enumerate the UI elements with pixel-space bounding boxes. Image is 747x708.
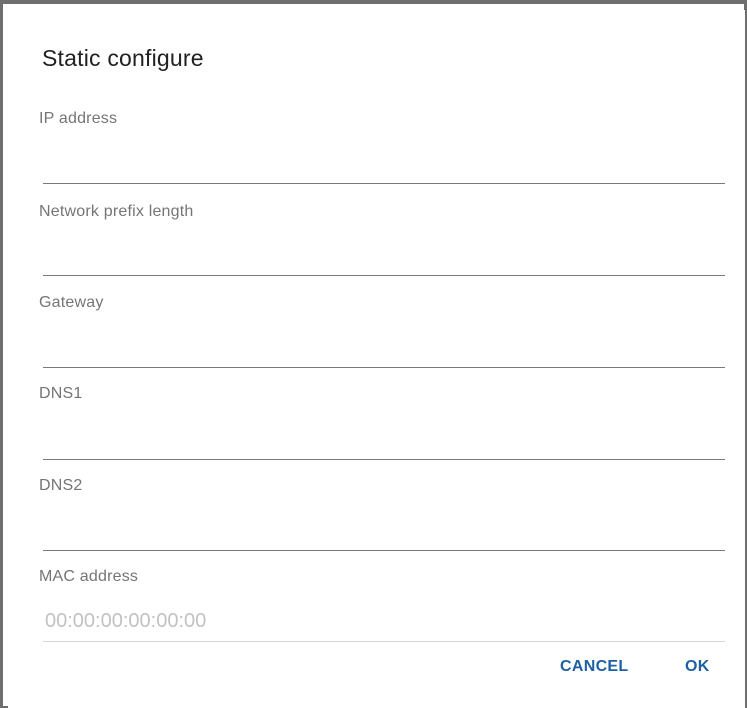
ip-address-input[interactable] — [43, 144, 725, 184]
gateway-input[interactable] — [43, 328, 725, 368]
dns1-input[interactable] — [43, 420, 725, 460]
dns2-input[interactable] — [43, 511, 725, 551]
dialog-frame: Static configure IP address Network pref… — [0, 0, 747, 708]
ok-button[interactable]: OK — [685, 658, 710, 676]
dns2-label: DNS2 — [39, 477, 83, 494]
mac-address-label: MAC address — [39, 568, 139, 585]
cancel-button[interactable]: CANCEL — [560, 658, 628, 676]
mac-address-input[interactable] — [43, 602, 725, 642]
static-configure-dialog: Static configure IP address Network pref… — [8, 10, 745, 708]
dns1-label: DNS1 — [39, 385, 83, 402]
ip-address-label: IP address — [39, 110, 118, 127]
dialog-title: Static configure — [42, 45, 204, 71]
network-prefix-length-input[interactable] — [43, 236, 725, 276]
gateway-label: Gateway — [39, 294, 104, 311]
network-prefix-length-label: Network prefix length — [39, 203, 194, 220]
